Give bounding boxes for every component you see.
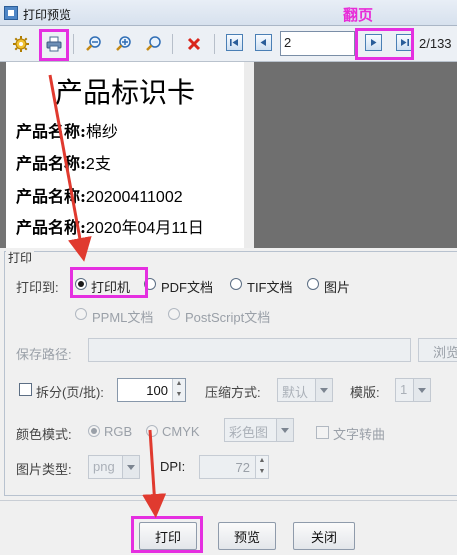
preview-line: 产品名称:2020年04月11日 [16, 218, 204, 237]
color-cmyk-label[interactable]: CMYK [162, 424, 200, 439]
highlight-printer-icon [39, 29, 69, 61]
save-path-input[interactable] [88, 338, 411, 362]
color-combo[interactable]: 彩色图 [224, 418, 294, 442]
split-checkbox[interactable] [19, 383, 32, 396]
target-ppml-label[interactable]: PPML文档 [92, 307, 153, 326]
gear-icon[interactable] [9, 32, 33, 56]
page-number-input[interactable]: 2 [280, 31, 355, 56]
target-image-label[interactable]: 图片 [324, 277, 350, 296]
text-to-curve-checkbox[interactable] [316, 426, 329, 439]
window-titlebar: 打印预览 [0, 0, 457, 26]
dpi-up-icon[interactable]: ▲ [255, 456, 268, 467]
target-ppml-radio[interactable] [75, 308, 87, 320]
split-value: 100 [146, 383, 168, 398]
highlight-page-nav [355, 28, 414, 60]
text-to-curve-label: 文字转曲 [333, 427, 386, 442]
compress-label: 压缩方式: [205, 385, 261, 400]
preview-gutter [244, 62, 254, 248]
window-title: 打印预览 [23, 8, 72, 22]
color-rgb-label[interactable]: RGB [104, 424, 132, 439]
target-postscript-radio[interactable] [168, 308, 180, 320]
target-pdf-label[interactable]: PDF文档 [161, 277, 213, 296]
target-image-radio[interactable] [307, 278, 319, 290]
dpi-down-icon[interactable]: ▼ [255, 467, 268, 478]
page-count: 2/133 [419, 36, 452, 51]
preview-line: 产品名称:20200411002 [16, 187, 183, 206]
preview-background [254, 62, 457, 248]
color-rgb-radio[interactable] [88, 425, 100, 437]
target-tif-label[interactable]: TIF文档 [247, 277, 293, 296]
split-spinner[interactable]: 100 ▲ ▼ [117, 378, 186, 402]
color-cmyk-radio[interactable] [146, 425, 158, 437]
color-mode-label: 颜色模式: [16, 427, 72, 442]
image-type-combo[interactable]: png [88, 455, 140, 479]
split-label: 拆分(页/批): [36, 385, 104, 400]
preview-area[interactable]: 产品标识卡 产品名称:棉纱 产品名称:2支 产品名称:20200411002 产… [0, 62, 457, 248]
prev-page-icon[interactable] [255, 34, 272, 51]
dpi-spinner[interactable]: 72 ▲ ▼ [199, 455, 269, 479]
split-up-icon[interactable]: ▲ [172, 379, 185, 390]
zoom-out-icon[interactable] [82, 32, 106, 56]
preview-page: 产品标识卡 产品名称:棉纱 产品名称:2支 产品名称:20200411002 产… [6, 62, 244, 248]
image-type-label: 图片类型: [16, 462, 72, 477]
zoom-fit-icon[interactable] [142, 32, 166, 56]
target-postscript-label[interactable]: PostScript文档 [185, 307, 270, 326]
chevron-down-icon[interactable] [276, 419, 293, 441]
save-path-label: 保存路径: [16, 347, 72, 362]
chevron-down-icon[interactable] [122, 456, 139, 478]
print-to-label: 打印到: [16, 280, 59, 295]
template-combo[interactable]: 1 [395, 378, 431, 402]
template-label: 模版: [350, 385, 380, 400]
first-page-icon[interactable] [226, 34, 243, 51]
preview-line: 产品名称:2支 [16, 154, 111, 173]
highlight-print-button [131, 516, 203, 553]
toolbar-separator [73, 34, 74, 54]
preview-line: 产品名称:棉纱 [16, 122, 118, 141]
close-button[interactable]: 关闭 [293, 522, 355, 550]
preview-button[interactable]: 预览 [218, 522, 276, 550]
close-x-icon[interactable] [182, 32, 206, 56]
chevron-down-icon[interactable] [413, 379, 430, 401]
split-down-icon[interactable]: ▼ [172, 390, 185, 401]
toolbar-separator [214, 34, 215, 54]
chevron-down-icon[interactable] [315, 379, 332, 401]
print-group-legend: 打印 [6, 249, 35, 266]
zoom-in-icon[interactable] [112, 32, 136, 56]
dpi-label: DPI: [160, 459, 186, 474]
annotation-label: 翻页 [343, 7, 374, 24]
dpi-value: 72 [235, 460, 250, 475]
app-icon [4, 6, 18, 20]
highlight-printer-target [70, 267, 148, 298]
browse-button[interactable]: 浏览 [418, 338, 457, 362]
compress-combo[interactable]: 默认 [277, 378, 333, 402]
card-title: 产品标识卡 [54, 76, 195, 109]
footer-separator [0, 500, 457, 501]
toolbar-separator [172, 34, 173, 54]
target-tif-radio[interactable] [230, 278, 242, 290]
